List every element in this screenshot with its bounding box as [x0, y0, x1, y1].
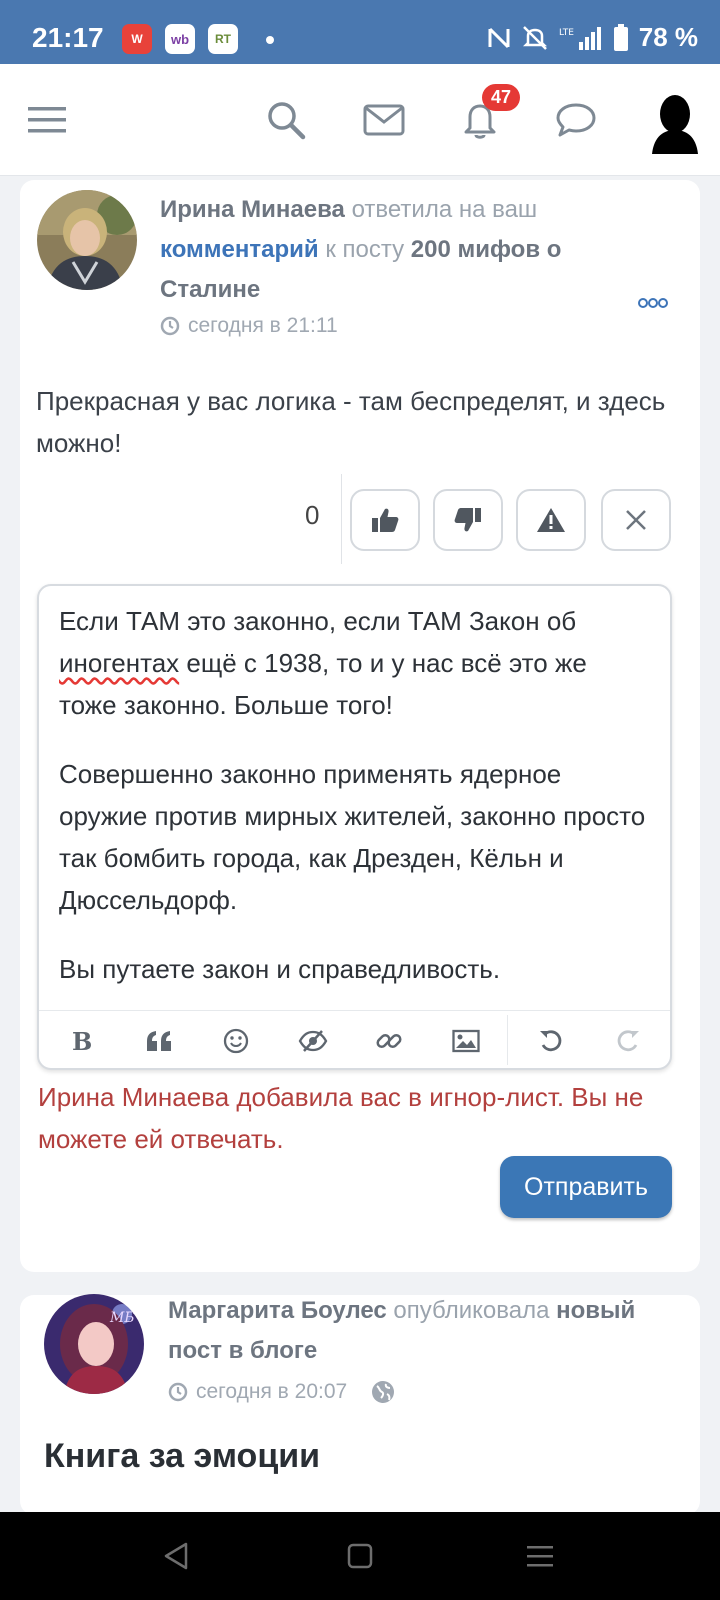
notification-card-blog: МБ Маргарита Боулес опубликовала новый п…	[20, 1294, 700, 1515]
toolbar-separator	[507, 1015, 508, 1065]
author2-photo: МБ	[44, 1294, 144, 1394]
signal-icon: LTE	[559, 26, 601, 50]
to-post-text: к посту	[318, 236, 411, 263]
hamburger-icon	[28, 107, 66, 133]
misspelled-word: иногентах	[59, 648, 180, 678]
time-text: сегодня в 21:11	[188, 314, 338, 337]
bold-icon: B	[72, 1028, 92, 1054]
clock-icon	[168, 1382, 188, 1402]
wps-app-icon: W	[122, 24, 152, 54]
battery-icon	[613, 23, 628, 51]
status-bar: 21:17 W wb RT LTE 78 %	[0, 0, 720, 64]
quote-icon	[147, 1031, 171, 1051]
report-button[interactable]	[516, 489, 586, 551]
more-options-icon[interactable]	[638, 297, 668, 309]
link-icon	[376, 1033, 402, 1049]
author2-name-link[interactable]: Маргарита Боулес	[168, 1297, 387, 1324]
action-text: ответила на ваш	[344, 196, 538, 223]
quote-button[interactable]	[142, 1025, 176, 1057]
editor-paragraph-1: Если ТАМ это законно, если ТАМ Закон об …	[59, 606, 587, 720]
mute-icon	[522, 25, 547, 50]
action2-text: опубликовала	[386, 1297, 557, 1324]
recents-lines-icon	[527, 1546, 553, 1567]
hide-button[interactable]	[601, 489, 671, 551]
chat-button[interactable]	[548, 92, 604, 148]
svg-text:МБ: МБ	[109, 1310, 135, 1326]
vote-separator	[341, 474, 342, 564]
close-icon	[626, 510, 646, 530]
search-button[interactable]	[258, 92, 314, 148]
editor-toolbar: B	[39, 1010, 670, 1070]
author-avatar[interactable]	[37, 190, 137, 290]
user-avatar[interactable]	[648, 92, 698, 154]
user-silhouette-icon	[648, 92, 698, 154]
status-right: LTE 78 %	[487, 22, 698, 53]
notification-card-reply: Ирина Минаева ответила на ваш комментари…	[20, 180, 700, 1272]
top-navigation: 47	[0, 64, 720, 176]
menu-button[interactable]	[20, 92, 76, 148]
blog-post-title[interactable]: Книга за эмоции	[44, 1437, 320, 1476]
reply-editor[interactable]: Если ТАМ это законно, если ТАМ Закон об …	[37, 584, 672, 1070]
redo-button[interactable]	[611, 1025, 645, 1057]
system-nav-bar	[0, 1512, 720, 1600]
status-time: 21:17	[32, 22, 104, 53]
thumbs-down-icon	[454, 508, 481, 532]
spoiler-button[interactable]	[296, 1025, 330, 1057]
svg-text:LTE: LTE	[559, 28, 574, 38]
mail-icon	[363, 104, 405, 136]
eye-slash-icon	[298, 1030, 328, 1052]
home-square-icon	[347, 1543, 373, 1569]
notification-time: сегодня в 21:11	[160, 314, 338, 338]
like-button[interactable]	[350, 489, 420, 551]
editor-paragraph-3: Вы путаете закон и справедливость.	[59, 954, 501, 984]
wb-app-icon: wb	[165, 24, 195, 54]
comment-link[interactable]: комментарий	[160, 236, 319, 263]
link-button[interactable]	[372, 1025, 406, 1057]
back-button[interactable]	[158, 1538, 194, 1574]
back-triangle-icon	[164, 1542, 188, 1570]
image-icon	[452, 1029, 480, 1053]
chat-bubble-icon	[556, 103, 596, 137]
battery-level: 78 %	[638, 22, 698, 52]
ignore-list-message: Ирина Минаева добавила вас в игнор-лист.…	[38, 1082, 644, 1154]
editor-content[interactable]: Если ТАМ это законно, если ТАМ Закон об …	[59, 600, 649, 1017]
rt-app-icon: RT	[208, 24, 238, 54]
comment-text: Прекрасная у вас логика - там беспределя…	[36, 386, 666, 458]
svg-text:B: B	[72, 1028, 92, 1054]
emoji-button[interactable]	[219, 1025, 253, 1057]
send-button[interactable]: Отправить	[500, 1156, 672, 1218]
vote-count: 0	[305, 500, 320, 530]
editor-paragraph-2: Совершенно законно применять ядерное ору…	[59, 759, 646, 915]
thumbs-up-icon	[372, 508, 399, 532]
author-name-link[interactable]: Ирина Минаева	[160, 196, 345, 223]
author2-avatar[interactable]: МБ	[44, 1294, 144, 1394]
notification-badge: 47	[482, 84, 521, 111]
clock-icon	[160, 316, 180, 336]
globe-icon	[372, 1381, 395, 1403]
smiley-icon	[223, 1028, 249, 1054]
vote-bar: 0	[20, 474, 700, 566]
messages-button[interactable]	[356, 92, 412, 148]
image-button[interactable]	[449, 1025, 483, 1057]
notification2-time: сегодня в 20:07	[168, 1380, 395, 1404]
notification-text: Ирина Минаева ответила на ваш комментари…	[160, 190, 610, 310]
notification2-text: Маргарита Боулес опубликовала новый пост…	[168, 1291, 678, 1371]
home-button[interactable]	[342, 1538, 378, 1574]
search-icon	[268, 102, 306, 140]
more-notifications-dot	[266, 36, 274, 44]
undo-button[interactable]	[534, 1025, 568, 1057]
undo-icon	[540, 1030, 562, 1052]
time2-text: сегодня в 20:07	[196, 1380, 348, 1403]
nfc-icon	[488, 27, 510, 48]
bold-button[interactable]: B	[65, 1025, 99, 1057]
dislike-button[interactable]	[433, 489, 503, 551]
warning-icon	[537, 508, 565, 532]
redo-icon	[617, 1030, 639, 1052]
recents-button[interactable]	[522, 1538, 558, 1574]
author-photo	[37, 190, 137, 290]
